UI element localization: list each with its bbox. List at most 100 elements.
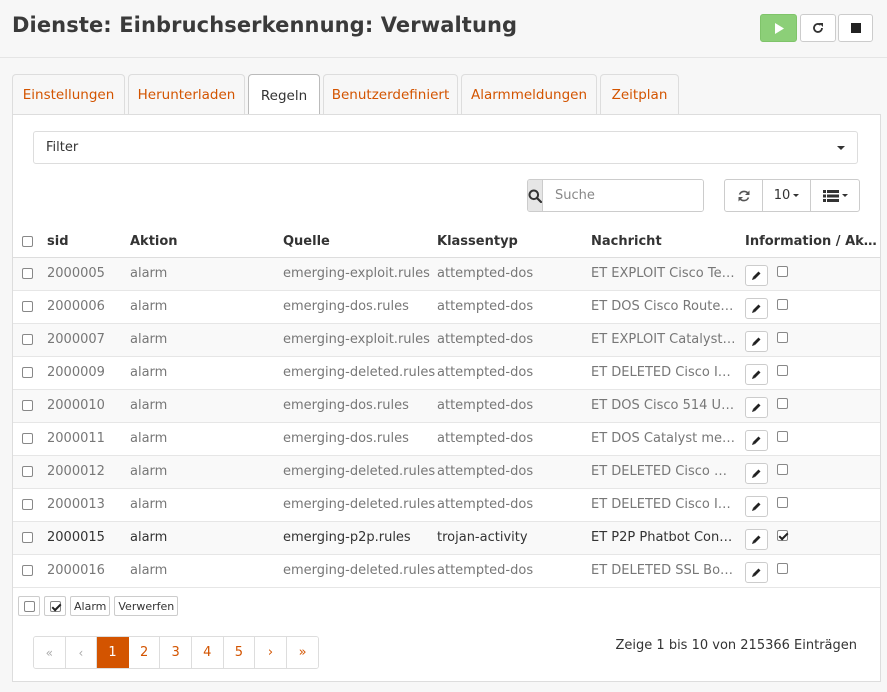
cell-message: ET DOS Cisco 514 UDP flood DoS	[591, 389, 745, 423]
column-header-source[interactable]: Quelle	[283, 226, 437, 258]
row-select-checkbox[interactable]	[22, 532, 33, 543]
pencil-icon	[752, 370, 761, 379]
tab-regeln[interactable]: Regeln	[248, 74, 320, 116]
tab-herunterladen[interactable]: Herunterladen	[128, 74, 245, 115]
pagination-page-3[interactable]: 3	[160, 637, 192, 668]
edit-rule-button[interactable]	[745, 463, 768, 484]
rule-enabled-checkbox[interactable]	[777, 266, 788, 277]
table-row[interactable]: 2000005 alarm emerging-exploit.rules attemp…	[13, 257, 880, 291]
row-select-checkbox[interactable]	[22, 499, 33, 510]
rule-enabled-checkbox[interactable]	[777, 398, 788, 409]
rule-enabled-checkbox[interactable]	[777, 299, 788, 310]
edit-rule-button[interactable]	[745, 298, 768, 319]
bulk-enable-button[interactable]	[44, 596, 66, 616]
pagination-page-2[interactable]: 2	[128, 637, 161, 668]
row-select-checkbox[interactable]	[22, 433, 33, 444]
pagination-prev[interactable]: ‹	[65, 637, 98, 668]
table-row[interactable]: 2000016 alarm emerging-deleted.rules attemp…	[13, 554, 880, 588]
bulk-disable-button[interactable]	[18, 596, 40, 616]
cell-classtype: attempted-dos	[437, 290, 591, 324]
table-info: Zeige 1 bis 10 von 215366 Einträgen	[615, 638, 857, 653]
edit-rule-button[interactable]	[745, 265, 768, 286]
row-select-checkbox[interactable]	[22, 565, 33, 576]
column-header-sid[interactable]: sid	[47, 226, 130, 258]
edit-rule-button[interactable]	[745, 562, 768, 583]
tab-zeitplan[interactable]: Zeitplan	[600, 74, 679, 115]
filter-select[interactable]: Filter	[33, 131, 858, 164]
tab-benutzerdefiniert[interactable]: Benutzerdefiniert	[323, 74, 458, 115]
table-row[interactable]: 2000006 alarm emerging-dos.rules attempted-…	[13, 290, 880, 324]
service-stop-button[interactable]	[838, 14, 873, 42]
pagination-page-4[interactable]: 4	[191, 637, 224, 668]
pencil-icon	[752, 304, 761, 313]
bulk-drop-button[interactable]: Verwerfen	[114, 596, 179, 616]
tab-alarmmeldungen[interactable]: Alarmmeldungen	[461, 74, 597, 115]
rule-enabled-checkbox[interactable]	[777, 563, 788, 574]
table-row[interactable]: 2000009 alarm emerging-deleted.rules attemp…	[13, 356, 880, 390]
table-header-row: sid Aktion Quelle Klassentyp Nachricht I…	[13, 226, 880, 258]
edit-rule-button[interactable]	[745, 331, 768, 352]
row-select-checkbox[interactable]	[22, 301, 33, 312]
bulk-actions: Alarm Verwerfen	[18, 596, 179, 616]
table-row[interactable]: 2000007 alarm emerging-exploit.rules attemp…	[13, 323, 880, 357]
edit-rule-button[interactable]	[745, 397, 768, 418]
column-selector-dropdown[interactable]	[811, 180, 859, 211]
rule-enabled-checkbox[interactable]	[777, 497, 788, 508]
pagination-page-5[interactable]: 5	[223, 637, 256, 668]
cell-message: ET P2P Phatbot Control Connection	[591, 521, 745, 555]
row-select-checkbox[interactable]	[22, 268, 33, 279]
search-input[interactable]	[543, 180, 703, 211]
column-header-classtype[interactable]: Klassentyp	[437, 226, 591, 258]
row-select-checkbox[interactable]	[22, 334, 33, 345]
column-header-message[interactable]: Nachricht	[591, 226, 745, 258]
rule-enabled-checkbox[interactable]	[777, 464, 788, 475]
cell-action: alarm	[130, 356, 283, 390]
edit-rule-button[interactable]	[745, 529, 768, 550]
cell-classtype: attempted-dos	[437, 323, 591, 357]
cell-sid: 2000011	[47, 422, 130, 456]
cell-source: emerging-dos.rules	[283, 422, 437, 456]
edit-rule-button[interactable]	[745, 364, 768, 385]
edit-rule-button[interactable]	[745, 496, 768, 517]
row-select-checkbox[interactable]	[22, 367, 33, 378]
table-row[interactable]: 2000012 alarm emerging-deleted.rules attemp…	[13, 455, 880, 489]
table-row[interactable]: 2000013 alarm emerging-deleted.rules attemp…	[13, 488, 880, 522]
table-row[interactable]: 2000011 alarm emerging-dos.rules attempted-…	[13, 422, 880, 456]
row-select-checkbox[interactable]	[22, 400, 33, 411]
cell-sid: 2000010	[47, 389, 130, 423]
pagination-page-1[interactable]: 1	[97, 637, 129, 668]
edit-rule-button[interactable]	[745, 430, 768, 451]
page-size-dropdown[interactable]: 10	[763, 180, 811, 211]
rule-enabled-checkbox[interactable]	[777, 431, 788, 442]
cell-sid: 2000009	[47, 356, 130, 390]
bulk-alert-button[interactable]: Alarm	[70, 596, 111, 616]
rule-enabled-checkbox[interactable]	[777, 365, 788, 376]
rule-enabled-checkbox[interactable]	[777, 332, 788, 343]
column-header-action[interactable]: Aktion	[130, 226, 283, 258]
pagination-last[interactable]: »	[286, 637, 319, 668]
grid-refresh-button[interactable]	[725, 180, 763, 211]
pagination-first[interactable]: «	[34, 637, 66, 668]
table-row[interactable]: 2000010 alarm emerging-dos.rules attempted-…	[13, 389, 880, 423]
search-icon	[528, 189, 542, 203]
service-start-button[interactable]	[760, 14, 797, 42]
cell-source: emerging-p2p.rules	[283, 521, 437, 555]
row-select-checkbox[interactable]	[22, 466, 33, 477]
refresh-icon	[813, 23, 823, 33]
service-restart-button[interactable]	[800, 14, 836, 42]
cell-source: emerging-deleted.rules	[283, 455, 437, 489]
select-all-checkbox[interactable]	[22, 235, 33, 247]
rule-enabled-checkbox[interactable]	[777, 530, 788, 541]
cell-message: ET DELETED SSL Bomb DoS Attempt	[591, 554, 745, 588]
cell-message: ET DELETED Cisco IOS HTTP DoS	[591, 356, 745, 390]
pagination-next[interactable]: ›	[255, 637, 287, 668]
tab-einstellungen[interactable]: Einstellungen	[12, 74, 125, 115]
search-button[interactable]	[528, 180, 543, 211]
pencil-icon	[752, 436, 761, 445]
column-header-info-enabled[interactable]: Information / Aktivieren	[745, 226, 880, 258]
table-row[interactable]: 2000015 alarm emerging-p2p.rules trojan-act…	[13, 521, 880, 555]
cell-classtype: attempted-dos	[437, 554, 591, 588]
pencil-icon	[752, 337, 761, 346]
cell-sid: 2000013	[47, 488, 130, 522]
cell-sid: 2000015	[47, 521, 130, 555]
